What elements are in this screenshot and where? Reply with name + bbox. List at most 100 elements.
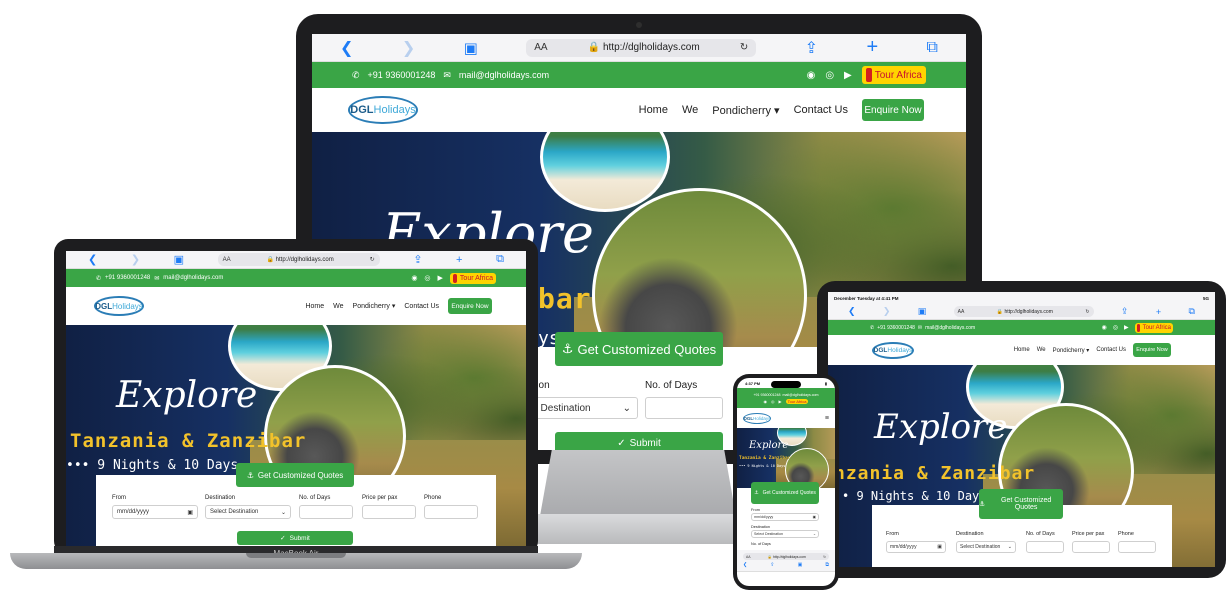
nav-we[interactable]: We	[682, 104, 698, 116]
tour-africa-button[interactable]: Tour Africa	[449, 272, 496, 284]
email-address[interactable]: mail@dglholidays.com	[459, 70, 549, 80]
phone-number[interactable]: +91 9360001248	[368, 70, 436, 80]
submit-button[interactable]: ✓ Submit	[555, 432, 723, 450]
facebook-icon[interactable]: ◉	[1102, 324, 1107, 331]
phone-input[interactable]	[1118, 541, 1156, 553]
forward-icon[interactable]: ❯	[402, 38, 415, 58]
url-bar[interactable]: AA 🔒 http://dglholidays.com ↻	[743, 553, 829, 560]
price-input[interactable]	[1072, 541, 1110, 553]
nav-home[interactable]: Home	[1014, 347, 1030, 353]
get-quotes-button[interactable]: ⚓ Get Customized Quotes	[751, 482, 819, 504]
reload-icon[interactable]: ↻	[370, 256, 375, 263]
dgl-logo[interactable]: DGL Holidays	[743, 412, 771, 424]
phone-input[interactable]	[424, 505, 478, 519]
bookmarks-icon[interactable]: ▣	[174, 253, 184, 266]
days-input[interactable]	[299, 505, 353, 519]
get-quotes-button[interactable]: ⚓ Get Customized Quotes	[236, 463, 354, 487]
new-tab-icon[interactable]: +	[456, 254, 462, 266]
enquire-now-button[interactable]: Enquire Now	[448, 298, 492, 314]
reload-icon[interactable]: ↻	[1085, 309, 1089, 315]
bookmarks-icon[interactable]: ▣	[918, 306, 927, 317]
phone-number[interactable]: +91 9360001248	[877, 325, 915, 331]
enquire-now-button[interactable]: Enquire Now	[1133, 343, 1171, 357]
instagram-icon[interactable]: ◎	[424, 274, 430, 282]
enquire-now-button[interactable]: Enquire Now	[862, 99, 924, 121]
back-icon[interactable]: ❮	[848, 306, 856, 317]
back-icon[interactable]: ❮	[340, 38, 353, 58]
instagram-icon[interactable]: ◎	[771, 399, 775, 404]
forward-icon[interactable]: ❯	[883, 306, 891, 317]
from-date-input[interactable]: mm/dd/yyyy ▣	[112, 505, 198, 519]
reader-aa-label[interactable]: AA	[223, 257, 231, 263]
email-address[interactable]: mail@dglholidays.com	[783, 393, 819, 397]
destination-select[interactable]: Select Destination ⌄	[751, 530, 819, 538]
destination-select[interactable]: Select Destination ⌄	[205, 505, 291, 519]
youtube-icon[interactable]: ▶	[1124, 324, 1129, 331]
back-icon[interactable]: ❮	[88, 253, 97, 266]
nav-home[interactable]: Home	[305, 303, 324, 310]
destination-select[interactable]: t Destination ⌄	[528, 397, 638, 419]
nav-we[interactable]: We	[1037, 347, 1046, 353]
url-bar[interactable]: AA 🔒 http://dglholidays.com ↻	[217, 253, 380, 266]
dgl-logo[interactable]: DGL Holidays	[348, 96, 418, 124]
share-icon[interactable]: ⇪	[805, 38, 818, 58]
nav-pondicherry[interactable]: Pondicherry ▾	[353, 302, 396, 310]
facebook-icon[interactable]: ◉	[411, 274, 417, 282]
phone-number[interactable]: +91 9360001248	[753, 393, 780, 397]
tour-africa-button[interactable]: Tour Africa	[785, 398, 809, 404]
bookmarks-icon[interactable]: ▣	[798, 562, 803, 568]
dgl-logo[interactable]: DGL Holidays	[872, 341, 914, 359]
nav-contact[interactable]: Contact Us	[794, 104, 848, 116]
url-bar[interactable]: AA 🔒 http://dglholidays.com ↻	[953, 306, 1094, 317]
share-icon[interactable]: ⇪	[413, 253, 422, 266]
nav-we[interactable]: We	[333, 303, 343, 310]
hamburger-menu-icon[interactable]: ≡	[825, 415, 829, 422]
dgl-logo[interactable]: DGL Holidays	[94, 296, 144, 316]
reload-icon[interactable]: ↻	[740, 42, 748, 53]
instagram-icon[interactable]: ◎	[825, 70, 834, 81]
calendar-icon: ▣	[812, 515, 816, 519]
phone-label: Phone	[1118, 531, 1134, 537]
reader-aa-label[interactable]: AA	[746, 555, 751, 559]
share-icon[interactable]: ⇪	[770, 562, 774, 568]
reload-icon[interactable]: ↻	[823, 555, 826, 559]
days-input[interactable]	[1026, 541, 1064, 553]
nav-contact[interactable]: Contact Us	[404, 303, 439, 310]
youtube-icon[interactable]: ▶	[438, 274, 443, 282]
bookmarks-icon[interactable]: ▣	[464, 39, 478, 57]
submit-button[interactable]: ✓ Submit	[237, 531, 353, 545]
share-icon[interactable]: ⇪	[1121, 306, 1129, 317]
from-date-input[interactable]: mm/dd/yyyy ▣	[886, 541, 946, 553]
instagram-icon[interactable]: ◎	[1113, 324, 1118, 331]
price-input[interactable]	[362, 505, 416, 519]
get-quotes-button[interactable]: ⚓ Get Customized Quotes	[979, 489, 1063, 519]
facebook-icon[interactable]: ◉	[807, 70, 816, 81]
url-bar[interactable]: AA 🔒 http://dglholidays.com ↻	[526, 38, 757, 57]
phone-number[interactable]: +91 9360001248	[105, 275, 150, 281]
new-tab-icon[interactable]: +	[1156, 307, 1161, 317]
from-date-input[interactable]: mm/dd/yyyy ▣	[751, 513, 819, 521]
tabs-icon[interactable]: ⧉	[927, 39, 938, 57]
tabs-icon[interactable]: ⧉	[825, 562, 829, 568]
forward-icon[interactable]: ❯	[131, 253, 140, 266]
reader-aa-label[interactable]: AA	[958, 309, 965, 315]
tour-africa-button[interactable]: Tour Africa	[861, 66, 926, 84]
nav-home[interactable]: Home	[639, 104, 668, 116]
tabs-icon[interactable]: ⧉	[1188, 306, 1194, 317]
get-quotes-button[interactable]: ⚓ Get Customized Quotes	[555, 332, 723, 366]
nav-pondicherry[interactable]: Pondicherry ▾	[712, 104, 779, 117]
tabs-icon[interactable]: ⧉	[496, 253, 504, 266]
back-icon[interactable]: ❮	[743, 562, 747, 568]
nav-pondicherry[interactable]: Pondicherry ▾	[1053, 347, 1090, 354]
youtube-icon[interactable]: ▶	[779, 399, 782, 404]
new-tab-icon[interactable]: +	[866, 36, 878, 59]
reader-aa-label[interactable]: AA	[534, 42, 547, 53]
email-address[interactable]: mail@dglholidays.com	[163, 275, 223, 281]
email-address[interactable]: mail@dglholidays.com	[925, 325, 975, 331]
facebook-icon[interactable]: ◉	[764, 399, 768, 404]
youtube-icon[interactable]: ▶	[844, 70, 852, 81]
tour-africa-button[interactable]: Tour Africa	[1134, 322, 1173, 333]
nav-contact[interactable]: Contact Us	[1096, 347, 1126, 353]
destination-select[interactable]: Select Destination ⌄	[956, 541, 1016, 553]
days-input[interactable]	[645, 397, 723, 419]
